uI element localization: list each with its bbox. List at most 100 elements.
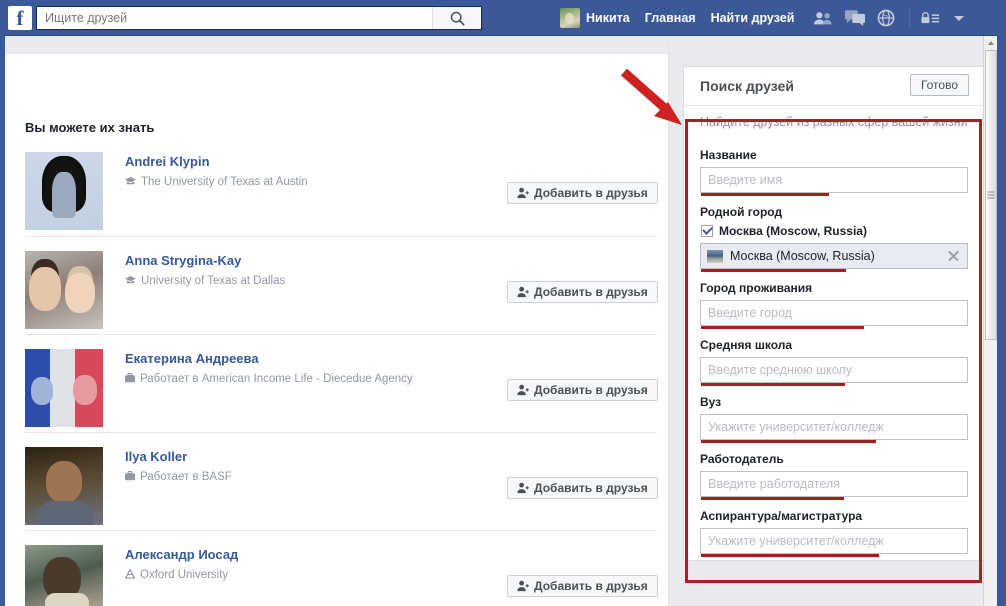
person-name-link[interactable]: Александр Иосад	[125, 547, 238, 562]
high-school-input[interactable]	[700, 357, 968, 383]
person-meta-text: The University of Texas at Austin	[141, 176, 308, 188]
person-meta: Oxford University	[125, 569, 228, 582]
hometown-checkbox[interactable]	[701, 225, 713, 237]
school-icon	[125, 177, 136, 189]
person-name-link[interactable]: Andrei Klypin	[125, 154, 210, 169]
person-meta: The University of Texas at Austin	[125, 176, 308, 189]
person-name-link[interactable]: Екатерина Андреева	[125, 351, 259, 366]
add-friend-label: Добавить в друзья	[534, 186, 648, 200]
field-graduate-school: Аспирантура/магистратура	[700, 509, 968, 554]
nav-icon-group	[813, 8, 964, 28]
scrollbar-grip-icon	[988, 192, 995, 199]
add-friend-label: Добавить в друзья	[534, 579, 648, 593]
add-friend-button[interactable]: Добавить в друзья	[507, 379, 658, 401]
field-label: Родной город	[700, 205, 968, 219]
friend-search-panel: Поиск друзей Готово Найдите друзей из ра…	[669, 36, 983, 606]
nav-user-name[interactable]: Никита	[586, 11, 630, 25]
add-person-icon	[517, 286, 529, 298]
top-navigation-bar: f Никита Главная Найти друзей	[0, 0, 1006, 36]
add-friend-button[interactable]: Добавить в друзья	[507, 477, 658, 499]
add-person-icon	[517, 580, 529, 592]
annotation-underline	[701, 440, 876, 443]
college-icon	[125, 569, 135, 582]
hometown-checkbox-label: Москва (Moscow, Russia)	[719, 224, 867, 238]
field-university: Вуз	[700, 395, 968, 440]
done-button[interactable]: Готово	[910, 74, 969, 96]
list-item: Екатерина Андреева Работает в American In…	[25, 334, 657, 432]
friend-requests-icon[interactable]	[813, 10, 833, 26]
facebook-find-friends-page: f Никита Главная Найти друзей	[0, 0, 1006, 606]
search-bar[interactable]	[36, 6, 482, 30]
avatar[interactable]	[25, 545, 103, 606]
field-label: Аспирантура/магистратура	[700, 509, 968, 523]
person-meta-text: Работает в BASF	[140, 471, 232, 483]
panel-subtitle: Найдите друзей из разных сфер вашей жизн…	[700, 115, 968, 129]
nav-link-find-friends[interactable]: Найти друзей	[711, 11, 795, 25]
add-friend-label: Добавить в друзья	[534, 285, 648, 299]
search-input[interactable]	[45, 7, 425, 29]
employer-input[interactable]	[700, 471, 968, 497]
add-friend-button[interactable]: Добавить в друзья	[507, 281, 658, 303]
add-friend-label: Добавить в друзья	[534, 481, 648, 495]
person-meta: Работает в American Income Life - Dieced…	[125, 373, 413, 386]
content-top-strip	[5, 36, 668, 54]
name-input[interactable]	[700, 167, 968, 193]
hometown-token[interactable]: Москва (Moscow, Russia)	[700, 243, 968, 269]
avatar[interactable]	[25, 251, 103, 329]
nav-link-home[interactable]: Главная	[645, 11, 696, 25]
person-name-link[interactable]: Anna Strygina-Kay	[125, 253, 241, 268]
graduate-school-input[interactable]	[700, 528, 968, 554]
field-employer: Работодатель	[700, 452, 968, 497]
page-title: Вы можете их знать	[25, 120, 154, 135]
avatar[interactable]	[25, 349, 103, 427]
avatar[interactable]	[560, 8, 580, 28]
university-input[interactable]	[700, 414, 968, 440]
page-scrollbar-thumb[interactable]	[985, 50, 997, 340]
search-button[interactable]	[432, 7, 481, 29]
person-meta-text: Работает в American Income Life - Dieced…	[140, 373, 413, 385]
person-meta: University of Texas at Dallas	[125, 275, 285, 288]
facebook-logo-icon[interactable]: f	[8, 6, 32, 30]
annotation-underline	[701, 326, 864, 329]
search-icon	[450, 11, 465, 26]
person-name-link[interactable]: Ilya Koller	[125, 449, 187, 464]
field-current-city: Город проживания	[700, 281, 968, 326]
hometown-checkbox-row[interactable]: Москва (Moscow, Russia)	[701, 224, 968, 238]
annotation-underline	[701, 269, 846, 272]
person-meta: Работает в BASF	[125, 471, 232, 484]
person-meta-text: Oxford University	[140, 569, 228, 581]
field-high-school: Средняя школа	[700, 338, 968, 383]
main-content-column: Вы можете их знать Andrei Klypin The Univ…	[5, 36, 669, 606]
annotation-underline	[701, 554, 879, 557]
field-hometown: Родной город Москва (Moscow, Russia) Москв…	[700, 205, 968, 269]
field-label: Работодатель	[700, 452, 968, 466]
school-icon	[125, 276, 136, 288]
scroll-up-arrow-icon[interactable]	[984, 36, 998, 50]
add-friend-button[interactable]: Добавить в друзья	[507, 182, 658, 204]
close-icon[interactable]	[947, 249, 960, 262]
add-person-icon	[517, 384, 529, 396]
nav-divider	[909, 8, 910, 28]
notifications-globe-icon[interactable]	[877, 9, 895, 27]
current-city-input[interactable]	[700, 300, 968, 326]
person-meta-text: University of Texas at Dallas	[141, 275, 285, 287]
add-friend-button[interactable]: Добавить в друзья	[507, 575, 658, 597]
list-item: Andrei Klypin The University of Texas at …	[25, 138, 657, 236]
list-item: Anna Strygina-Kay University of Texas at …	[25, 236, 657, 334]
friend-search-card: Поиск друзей Готово Найдите друзей из ра…	[683, 66, 983, 561]
avatar[interactable]	[25, 447, 103, 525]
avatar[interactable]	[25, 152, 103, 230]
annotation-underline	[701, 193, 829, 196]
add-person-icon	[517, 482, 529, 494]
page-scrollbar[interactable]	[983, 36, 998, 606]
annotation-underline	[701, 497, 844, 500]
browser-left-edge	[0, 0, 5, 606]
messages-icon[interactable]	[845, 10, 865, 26]
browser-right-edge	[997, 0, 1006, 606]
field-name: Название	[700, 148, 968, 193]
city-thumbnail-icon	[707, 250, 723, 263]
account-caret-icon[interactable]	[954, 16, 964, 21]
privacy-lock-icon[interactable]	[920, 11, 940, 25]
panel-header: Поиск друзей Готово	[684, 67, 983, 106]
briefcase-icon	[125, 471, 135, 484]
